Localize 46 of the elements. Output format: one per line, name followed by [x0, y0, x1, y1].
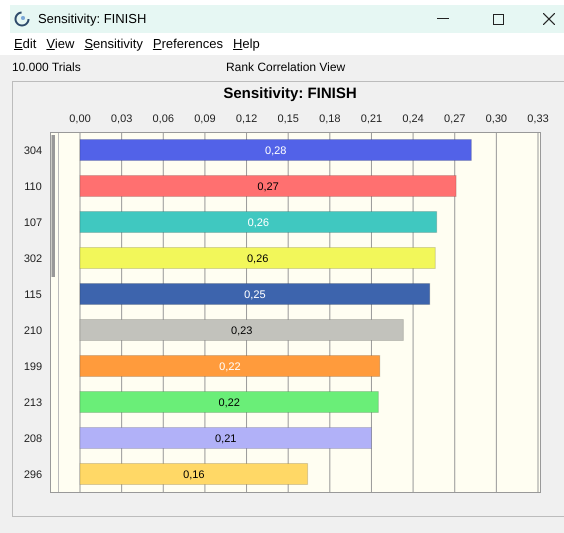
value-label: 0,28: [264, 145, 286, 157]
chart-title: Sensitivity: FINISH: [223, 85, 357, 102]
menu-item[interactable]: Preferences: [148, 34, 227, 54]
value-label: 0,23: [230, 325, 252, 337]
category-label: 115: [24, 289, 42, 301]
category-label: 296: [24, 469, 42, 481]
category-label: 208: [24, 433, 42, 445]
app-logo-icon: [14, 11, 30, 27]
value-label: 0,26: [246, 253, 268, 265]
tick-label: 0,21: [360, 113, 382, 125]
value-label: 0,16: [183, 469, 205, 481]
tick-label: 0,30: [486, 113, 508, 125]
value-label: 0,26: [248, 217, 270, 229]
value-label: 0,22: [219, 361, 241, 373]
close-icon[interactable]: [543, 13, 555, 25]
tick-label: 0,06: [152, 113, 174, 125]
category-label: 110: [24, 181, 42, 193]
view-label: Rank Correlation View: [226, 59, 346, 76]
tick-label: 0,03: [110, 113, 132, 125]
window-title: Sensitivity: FINISH: [38, 10, 146, 28]
value-label: 0,22: [218, 397, 240, 409]
tick-label: 0,33: [527, 113, 549, 125]
scrollbar-thumb[interactable]: [52, 135, 55, 277]
maximize-icon[interactable]: [493, 14, 504, 24]
menu-item[interactable]: Edit: [10, 34, 40, 54]
tick-label: 0,18: [319, 113, 341, 125]
tick-label: 0,15: [277, 113, 299, 125]
tick-label: 0,27: [444, 113, 466, 125]
category-label: 213: [24, 397, 42, 409]
value-label: 0,21: [215, 433, 236, 445]
category-label: 302: [24, 253, 42, 265]
category-label: 107: [24, 217, 42, 229]
value-label: 0,27: [257, 181, 279, 193]
category-label: 304: [24, 145, 42, 157]
category-label: 210: [24, 325, 42, 337]
value-label: 0,25: [244, 289, 266, 301]
tick-label: 0,24: [402, 113, 424, 125]
menu-item[interactable]: Help: [228, 34, 264, 54]
category-label: 199: [24, 361, 42, 373]
tick-label: 0,00: [69, 113, 91, 125]
minimize-icon[interactable]: [437, 18, 449, 20]
tick-label: 0,12: [236, 113, 258, 125]
trials-count: 10.000 Trials: [12, 59, 82, 76]
menu-item[interactable]: View: [42, 34, 78, 54]
tick-label: 0,09: [194, 113, 216, 125]
menu-item[interactable]: Sensitivity: [80, 34, 147, 54]
